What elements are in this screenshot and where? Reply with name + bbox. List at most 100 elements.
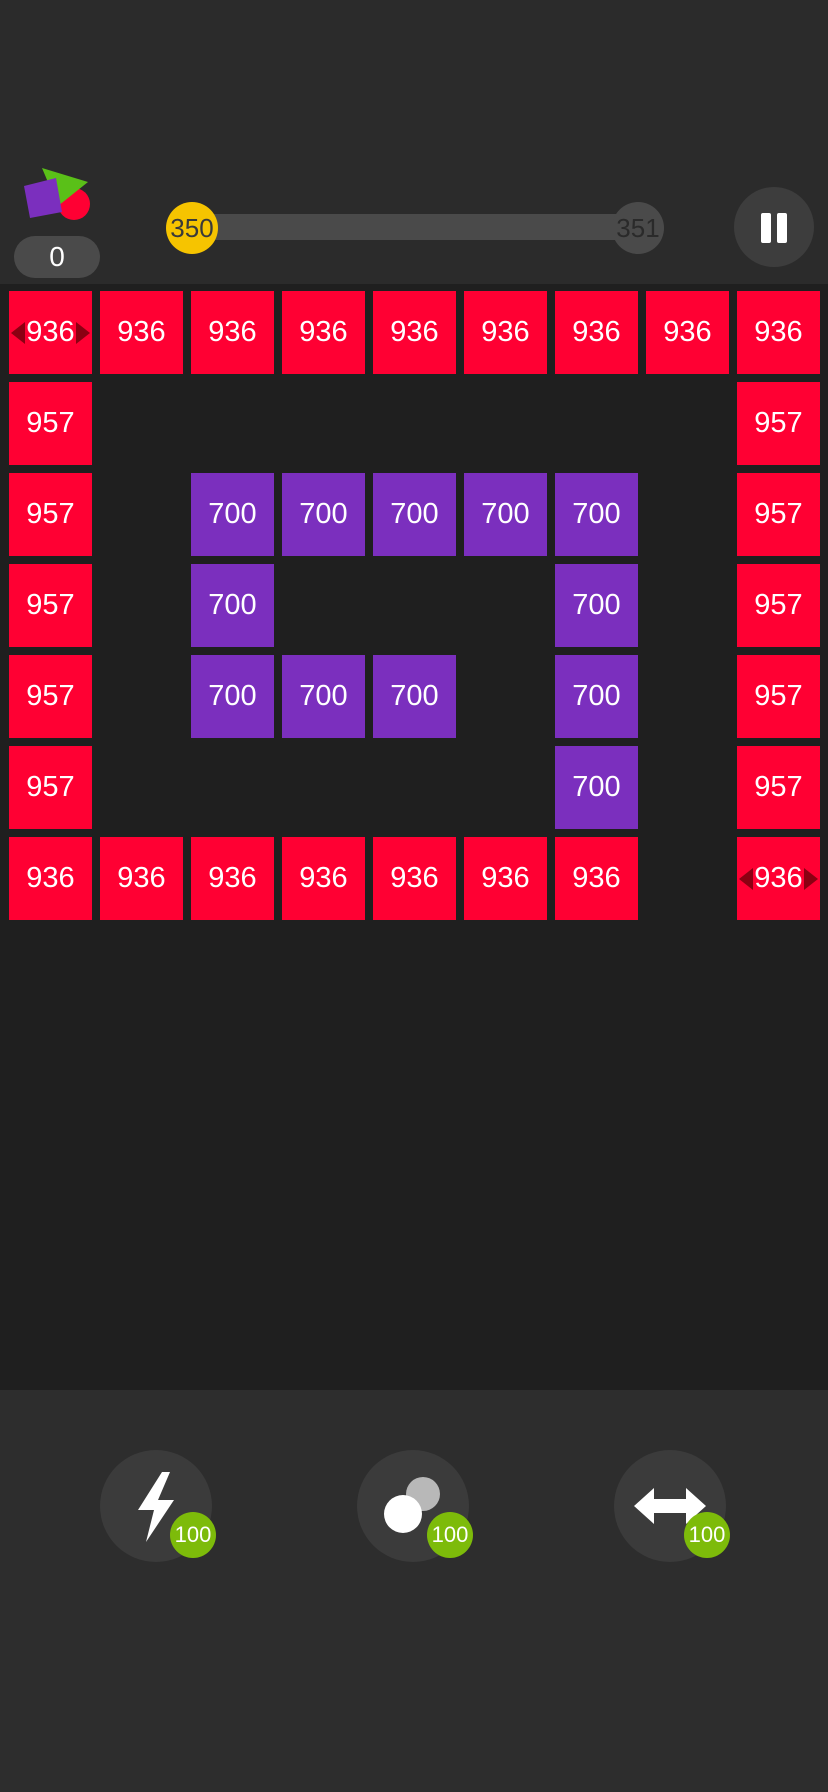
brick-value: 936 (663, 316, 712, 348)
brick-purple: 700 (373, 655, 456, 738)
brick-value: 936 (390, 862, 439, 894)
brick-red: 936 (555, 837, 638, 920)
brick-purple: 700 (191, 473, 274, 556)
brick-value: 936 (754, 316, 803, 348)
game-screen: 0 350 351 x350 9369369369369369369369369… (0, 0, 828, 1792)
brick-red: 936 (9, 837, 92, 920)
brick-red: 936 (282, 837, 365, 920)
brick-red: 957 (9, 564, 92, 647)
brick-purple: 700 (282, 473, 365, 556)
brick-red: 957 (737, 655, 820, 738)
brick-red: 936 (100, 291, 183, 374)
brick-value: 700 (481, 498, 530, 530)
arrow-left-icon (11, 322, 25, 344)
brick-value: 700 (572, 771, 621, 803)
brick-red: 936 (191, 837, 274, 920)
brick-purple: 700 (191, 564, 274, 647)
brick-value: 700 (390, 498, 439, 530)
brick-value: 936 (572, 862, 621, 894)
playfield[interactable]: x350 93693693693693693693693693695795795… (0, 284, 828, 1673)
cost-badge: 100 (427, 1512, 473, 1558)
score-counter: 0 (14, 236, 100, 278)
brick-red: 957 (9, 473, 92, 556)
brick-red: 936 (555, 291, 638, 374)
level-progress-bar (190, 214, 630, 240)
brick-value: 700 (572, 498, 621, 530)
arrow-right-icon (804, 868, 818, 890)
brick-value: 700 (572, 680, 621, 712)
brick-value: 957 (754, 680, 803, 712)
brick-value: 957 (754, 407, 803, 439)
brick-red: 936 (191, 291, 274, 374)
brick-value: 936 (208, 316, 257, 348)
brick-value: 957 (754, 498, 803, 530)
brick-value: 957 (26, 498, 75, 530)
brick-red: 936 (464, 837, 547, 920)
cost-badge: 100 (170, 1512, 216, 1558)
next-level-badge: 351 (612, 202, 664, 254)
brick-red: 957 (9, 746, 92, 829)
brick-red: 957 (737, 746, 820, 829)
arrow-left-icon (739, 868, 753, 890)
lightning-powerup-button[interactable]: 100 (100, 1450, 216, 1562)
brick-value: 700 (208, 589, 257, 621)
brick-red: 936 (464, 291, 547, 374)
brick-red: 936 (373, 837, 456, 920)
brick-purple: 700 (282, 655, 365, 738)
brick-red: 957 (737, 564, 820, 647)
brick-value: 957 (754, 771, 803, 803)
brick-purple: 700 (555, 746, 638, 829)
brick-value: 936 (754, 862, 803, 894)
widen-powerup-button[interactable]: 100 (614, 1450, 730, 1562)
brick-value: 936 (481, 316, 530, 348)
arrow-right-icon (76, 322, 90, 344)
brick-red: 957 (9, 655, 92, 738)
brick-value: 700 (390, 680, 439, 712)
brick-red: 936 (373, 291, 456, 374)
brick-value: 936 (117, 316, 166, 348)
brick-purple: 700 (555, 655, 638, 738)
brick-red: 936 (9, 291, 92, 374)
brick-value: 700 (208, 680, 257, 712)
pause-icon (761, 213, 771, 243)
split-balls-powerup-button[interactable]: 100 (357, 1450, 473, 1562)
brick-value: 957 (26, 771, 75, 803)
brick-red: 957 (737, 473, 820, 556)
brick-value: 936 (117, 862, 166, 894)
header: 0 350 351 (0, 0, 828, 284)
brick-value: 936 (572, 316, 621, 348)
brick-purple: 700 (555, 473, 638, 556)
brick-purple: 700 (464, 473, 547, 556)
brick-value: 936 (299, 862, 348, 894)
brick-value: 936 (208, 862, 257, 894)
brick-value: 936 (481, 862, 530, 894)
cost-badge: 100 (684, 1512, 730, 1558)
current-level-badge: 350 (166, 202, 218, 254)
brick-value: 957 (26, 680, 75, 712)
brick-value: 936 (299, 316, 348, 348)
brick-purple: 700 (191, 655, 274, 738)
brick-value: 700 (299, 680, 348, 712)
powerup-bar: 100 100 100 (0, 1390, 828, 1792)
pause-button[interactable] (734, 187, 814, 267)
brick-red: 936 (737, 291, 820, 374)
brick-value: 936 (26, 316, 75, 348)
brick-value: 700 (572, 589, 621, 621)
pause-icon (777, 213, 787, 243)
brick-value: 957 (754, 589, 803, 621)
brick-value: 936 (390, 316, 439, 348)
brick-red: 936 (646, 291, 729, 374)
brick-purple: 700 (373, 473, 456, 556)
brick-purple: 700 (555, 564, 638, 647)
brick-value: 936 (26, 862, 75, 894)
brick-red: 936 (282, 291, 365, 374)
brick-red: 936 (737, 837, 820, 920)
brick-value: 700 (299, 498, 348, 530)
brick-value: 957 (26, 407, 75, 439)
brick-value: 700 (208, 498, 257, 530)
brick-red: 957 (737, 382, 820, 465)
brick-value: 957 (26, 589, 75, 621)
shapes-logo-icon (24, 168, 90, 220)
brick-red: 936 (100, 837, 183, 920)
brick-red: 957 (9, 382, 92, 465)
